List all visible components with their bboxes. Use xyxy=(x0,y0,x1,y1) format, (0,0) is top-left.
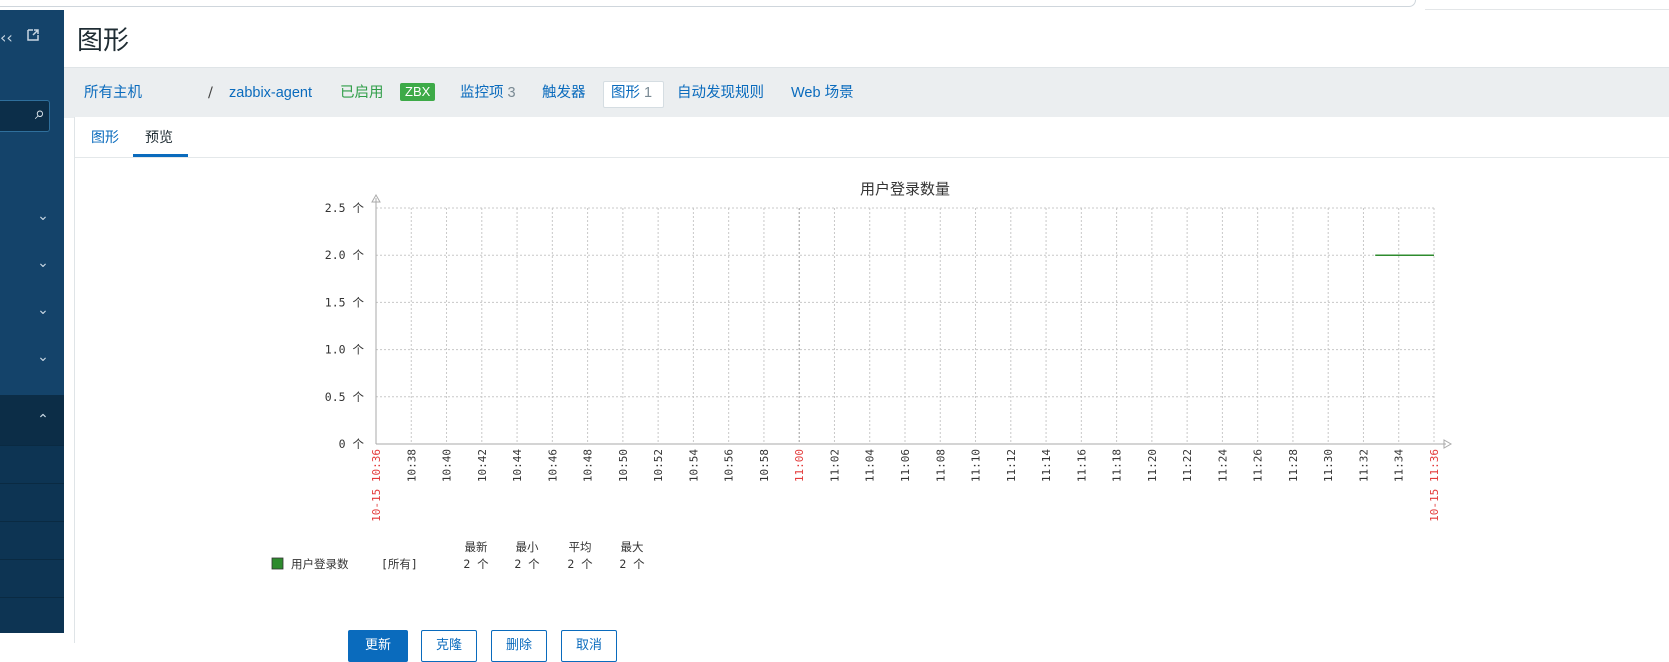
address-bar-edge xyxy=(0,0,1416,7)
legend-value: 2 个 xyxy=(514,557,540,571)
host-name-link[interactable]: zabbix-agent xyxy=(229,68,312,118)
sidebar-subitem[interactable] xyxy=(0,445,64,483)
items-label: 监控项 xyxy=(460,85,504,101)
x-tick-label: 11:30 xyxy=(1322,449,1335,482)
items-count: 3 xyxy=(507,85,516,101)
sidebar-subitem[interactable] xyxy=(0,521,64,559)
sidebar-subitem[interactable] xyxy=(0,597,64,633)
chevron-down-icon[interactable]: ⌄ xyxy=(33,206,53,226)
legend-swatch xyxy=(271,557,284,570)
x-start-label: 10-15 10:36 xyxy=(370,449,383,522)
x-tick-label: 11:16 xyxy=(1075,449,1088,482)
x-tick-label: 10:44 xyxy=(511,449,524,482)
cancel-button[interactable]: 取消 xyxy=(561,630,617,662)
y-tick-label: 2.5 个 xyxy=(325,201,365,215)
legend-value: 2 个 xyxy=(567,557,593,571)
x-tick-label: 10:42 xyxy=(476,449,489,482)
x-tick-label: 10:52 xyxy=(652,449,665,482)
legend-header: 最大 xyxy=(621,540,644,554)
items-link[interactable]: 监控项 3 xyxy=(460,68,516,118)
graphs-link[interactable]: 图形 1 xyxy=(611,68,652,118)
x-tick-label: 10:38 xyxy=(405,449,418,482)
graphs-label: 图形 xyxy=(611,85,640,101)
chevron-down-icon[interactable]: ⌄ xyxy=(33,300,53,320)
y-tick-label: 1.5 个 xyxy=(325,295,365,309)
x-tick-label: 11:34 xyxy=(1393,449,1406,482)
host-status[interactable]: 已启用 xyxy=(340,68,384,118)
chart-title: 用户登录数量 xyxy=(860,180,950,198)
x-tick-label: 11:26 xyxy=(1252,449,1265,482)
x-tick-label: 11:22 xyxy=(1181,449,1194,482)
delete-button[interactable]: 删除 xyxy=(491,630,547,662)
kiosk-mode-icon[interactable] xyxy=(25,27,41,47)
x-tick-label: 10:50 xyxy=(617,449,630,482)
sidebar: ‹‹ ⌕ ⌄ ⌄ ⌄ ⌄ ⌃ xyxy=(0,10,64,633)
web-scenarios-link[interactable]: Web 场景 xyxy=(791,68,854,118)
x-tick-label: 11:08 xyxy=(934,449,947,482)
update-button[interactable]: 更新 xyxy=(348,630,408,662)
collapse-sidebar-icon[interactable]: ‹‹ xyxy=(0,28,13,47)
graph-preview: 用户登录数量 0 个 0.5 个 1.0 个 1.5 个 2.0 个 2.5 个 10:38 1… xyxy=(271,180,1453,571)
graphs-count: 1 xyxy=(644,85,653,101)
x-tick-label: 11:20 xyxy=(1146,449,1159,482)
main-area: 图形 所有主机 / zabbix-agent 已启用 ZBX 监控项 3 触发器… xyxy=(64,10,1669,662)
x-tick-label: 11:12 xyxy=(1005,449,1018,482)
x-tick-label: 11:02 xyxy=(828,449,841,482)
y-tick-label: 0 个 xyxy=(339,437,365,451)
all-hosts-link[interactable]: 所有主机 xyxy=(84,68,142,118)
legend-header: 最新 xyxy=(465,540,488,554)
x-tick-label: 11:28 xyxy=(1287,449,1300,482)
x-end-label: 10-15 11:36 xyxy=(1428,449,1441,522)
content-panel: 图形 预览 用户登录数量 0 个 0.5 个 1.0 个 1.5 个 2.0 个 2.5 个… xyxy=(74,117,1669,643)
x-tick-label: 10:56 xyxy=(723,449,736,482)
page-title: 图形 xyxy=(77,25,130,55)
y-tick-label: 2.0 个 xyxy=(325,248,365,262)
x-tick-label: 10:46 xyxy=(546,449,559,482)
x-tick-label: 11:04 xyxy=(864,449,877,482)
legend-header: 最小 xyxy=(516,540,539,554)
x-tick-label: 11:32 xyxy=(1357,449,1370,482)
sidebar-subitem[interactable] xyxy=(0,483,64,521)
legend-header: 平均 xyxy=(569,540,592,554)
sidebar-subitem[interactable] xyxy=(0,559,64,597)
chevron-down-icon[interactable]: ⌄ xyxy=(33,347,53,367)
breadcrumb-separator: / xyxy=(208,85,213,101)
legend-scope: [所有] xyxy=(381,557,418,571)
browser-top-edge xyxy=(0,0,1669,10)
legend-value: 2 个 xyxy=(619,557,645,571)
y-tick-label: 1.0 个 xyxy=(325,343,365,357)
x-tick-label: 11:14 xyxy=(1040,449,1053,482)
x-tick-label: 11:24 xyxy=(1216,449,1229,482)
triggers-link[interactable]: 触发器 xyxy=(542,68,586,118)
x-tick-label: 11:06 xyxy=(899,449,912,482)
y-tick-label: 0.5 个 xyxy=(325,390,365,404)
search-icon: ⌕ xyxy=(34,103,45,124)
legend-series-name: 用户登录数 xyxy=(291,557,349,571)
sidebar-active-section[interactable]: ⌃ xyxy=(0,395,64,445)
host-navigation: 所有主机 / zabbix-agent 已启用 ZBX 监控项 3 触发器 图形… xyxy=(64,67,1669,118)
x-tick-label: 10:48 xyxy=(582,449,595,482)
x-tick-label: 11:10 xyxy=(970,449,983,482)
sidebar-search-input[interactable]: ⌕ xyxy=(0,100,50,132)
x-tick-label: 11:00 xyxy=(793,449,806,482)
x-tick-label: 10:58 xyxy=(758,449,771,482)
discovery-rules-link[interactable]: 自动发现规则 xyxy=(677,68,764,118)
x-tick-label: 10:40 xyxy=(441,449,454,482)
chevron-up-icon: ⌃ xyxy=(37,412,49,428)
clone-button[interactable]: 克隆 xyxy=(421,630,477,662)
zbx-availability-badge: ZBX xyxy=(400,83,436,101)
legend-value: 2 个 xyxy=(463,557,489,571)
x-tick-label: 10:54 xyxy=(687,449,700,482)
chevron-down-icon[interactable]: ⌄ xyxy=(33,253,53,273)
x-tick-label: 11:18 xyxy=(1111,449,1124,482)
